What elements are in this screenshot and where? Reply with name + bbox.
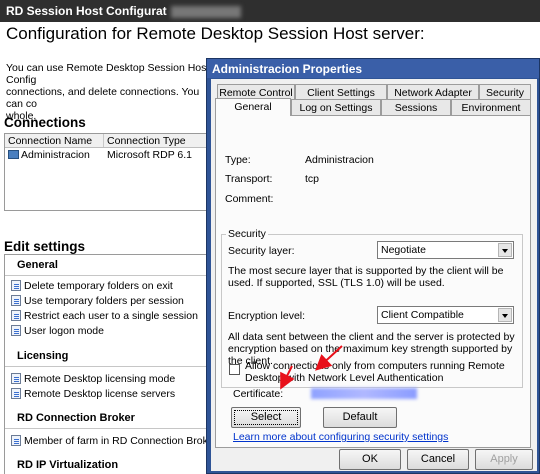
dialog-body: Remote Control Client Settings Network A… bbox=[211, 79, 537, 471]
setting-licensing-mode[interactable]: Remote Desktop licensing mode bbox=[11, 373, 175, 385]
tab-sessions[interactable]: Sessions bbox=[381, 99, 451, 115]
setting-icon bbox=[11, 435, 21, 446]
cancel-button[interactable]: Cancel bbox=[407, 449, 469, 470]
apply-button[interactable]: Apply bbox=[475, 449, 533, 470]
encryption-level-value: Client Compatible bbox=[381, 309, 464, 321]
connections-table: Connection Name Connection Type Administ… bbox=[4, 133, 208, 211]
tab-network-adapter[interactable]: Network Adapter bbox=[387, 84, 479, 100]
setting-label: Remote Desktop licensing mode bbox=[24, 373, 176, 385]
type-label: Type: bbox=[225, 154, 251, 166]
security-layer-label: Security layer: bbox=[228, 245, 295, 257]
chevron-down-icon[interactable] bbox=[498, 243, 512, 257]
security-layer-description: The most secure layer that is supported … bbox=[228, 265, 504, 289]
edit-settings-title: Edit settings bbox=[4, 239, 86, 254]
setting-icon bbox=[11, 388, 21, 399]
setting-label: Remote Desktop license servers bbox=[24, 388, 176, 400]
background-window-titlebar: RD Session Host Configurat bbox=[0, 0, 540, 22]
setting-icon bbox=[11, 280, 21, 291]
setting-label: Use temporary folders per session bbox=[24, 295, 184, 307]
tab-environment[interactable]: Environment bbox=[451, 99, 531, 115]
intro-line: You can use Remote Desktop Session Host … bbox=[6, 62, 210, 86]
divider bbox=[5, 275, 207, 276]
properties-dialog: Administracion Properties Remote Control… bbox=[206, 58, 540, 474]
group-virtualization-title: RD IP Virtualization bbox=[17, 459, 119, 471]
tab-log-on-settings[interactable]: Log on Settings bbox=[291, 99, 381, 115]
default-button[interactable]: Default bbox=[323, 407, 397, 428]
connection-name-cell[interactable]: Administracion bbox=[5, 148, 104, 162]
column-header-connection-type[interactable]: Connection Type bbox=[104, 134, 207, 147]
tab-general[interactable]: General bbox=[215, 98, 291, 116]
connection-name: Administracion bbox=[21, 149, 90, 161]
setting-icon bbox=[11, 325, 21, 336]
edit-settings-list: General Delete temporary folders on exit… bbox=[4, 254, 217, 474]
group-licensing-title: Licensing bbox=[17, 350, 69, 362]
connection-type-cell[interactable]: Microsoft RDP 6.1 bbox=[104, 148, 207, 162]
setting-broker-farm-member[interactable]: Member of farm in RD Connection Broker bbox=[11, 435, 217, 447]
security-layer-select[interactable]: Negotiate bbox=[377, 241, 514, 259]
setting-temp-folders-per-session[interactable]: Use temporary folders per session bbox=[11, 295, 184, 307]
select-button[interactable]: Select bbox=[231, 407, 301, 428]
connections-table-header: Connection Name Connection Type bbox=[5, 134, 207, 148]
background-window-title: RD Session Host Configurat bbox=[6, 4, 167, 18]
certificate-label: Certificate: bbox=[233, 388, 284, 400]
setting-label: Delete temporary folders on exit bbox=[24, 280, 173, 292]
transport-value: tcp bbox=[305, 173, 320, 185]
setting-user-logon-mode[interactable]: User logon mode bbox=[11, 325, 104, 337]
setting-restrict-single-session[interactable]: Restrict each user to a single session bbox=[11, 310, 198, 322]
setting-icon bbox=[11, 310, 21, 321]
encryption-level-label: Encryption level: bbox=[228, 310, 306, 322]
nla-checkbox[interactable] bbox=[229, 364, 240, 375]
group-broker-title: RD Connection Broker bbox=[17, 412, 135, 424]
setting-label: Restrict each user to a single session bbox=[24, 310, 198, 322]
encryption-level-select[interactable]: Client Compatible bbox=[377, 306, 514, 324]
intro-text: You can use Remote Desktop Session Host … bbox=[6, 62, 216, 122]
tab-client-settings[interactable]: Client Settings bbox=[295, 84, 387, 100]
table-row[interactable]: Administracion Microsoft RDP 6.1 bbox=[5, 148, 207, 162]
comment-label: Comment: bbox=[225, 193, 274, 205]
setting-delete-temp-folders[interactable]: Delete temporary folders on exit bbox=[11, 280, 173, 292]
divider bbox=[5, 366, 207, 367]
nla-label[interactable]: Allow connections only from computers ru… bbox=[245, 360, 535, 384]
setting-license-servers[interactable]: Remote Desktop license servers bbox=[11, 388, 175, 400]
security-layer-value: Negotiate bbox=[381, 244, 426, 256]
learn-more-link[interactable]: Learn more about configuring security se… bbox=[233, 431, 448, 443]
setting-label: User logon mode bbox=[24, 325, 104, 337]
chevron-down-icon[interactable] bbox=[498, 308, 512, 322]
group-general-title: General bbox=[17, 259, 58, 271]
setting-label: Member of farm in RD Connection Broker bbox=[24, 435, 218, 447]
transport-label: Transport: bbox=[225, 173, 273, 185]
column-header-connection-name[interactable]: Connection Name bbox=[5, 134, 105, 147]
connections-title: Connections bbox=[4, 115, 86, 130]
security-group-title: Security bbox=[226, 228, 268, 240]
redacted-title-blur bbox=[170, 5, 241, 18]
divider bbox=[5, 428, 207, 429]
redacted-certificate-blur bbox=[311, 388, 417, 399]
page-heading: Configuration for Remote Desktop Session… bbox=[6, 24, 425, 43]
tab-security[interactable]: Security bbox=[479, 84, 531, 100]
ok-button[interactable]: OK bbox=[339, 449, 401, 470]
setting-icon bbox=[11, 295, 21, 306]
intro-line: connections, and delete connections. You… bbox=[6, 86, 200, 110]
setting-icon bbox=[11, 373, 21, 384]
type-value: Administracion bbox=[305, 154, 374, 166]
dialog-title: Administracion Properties bbox=[207, 59, 539, 78]
connection-monitor-icon bbox=[8, 150, 19, 159]
